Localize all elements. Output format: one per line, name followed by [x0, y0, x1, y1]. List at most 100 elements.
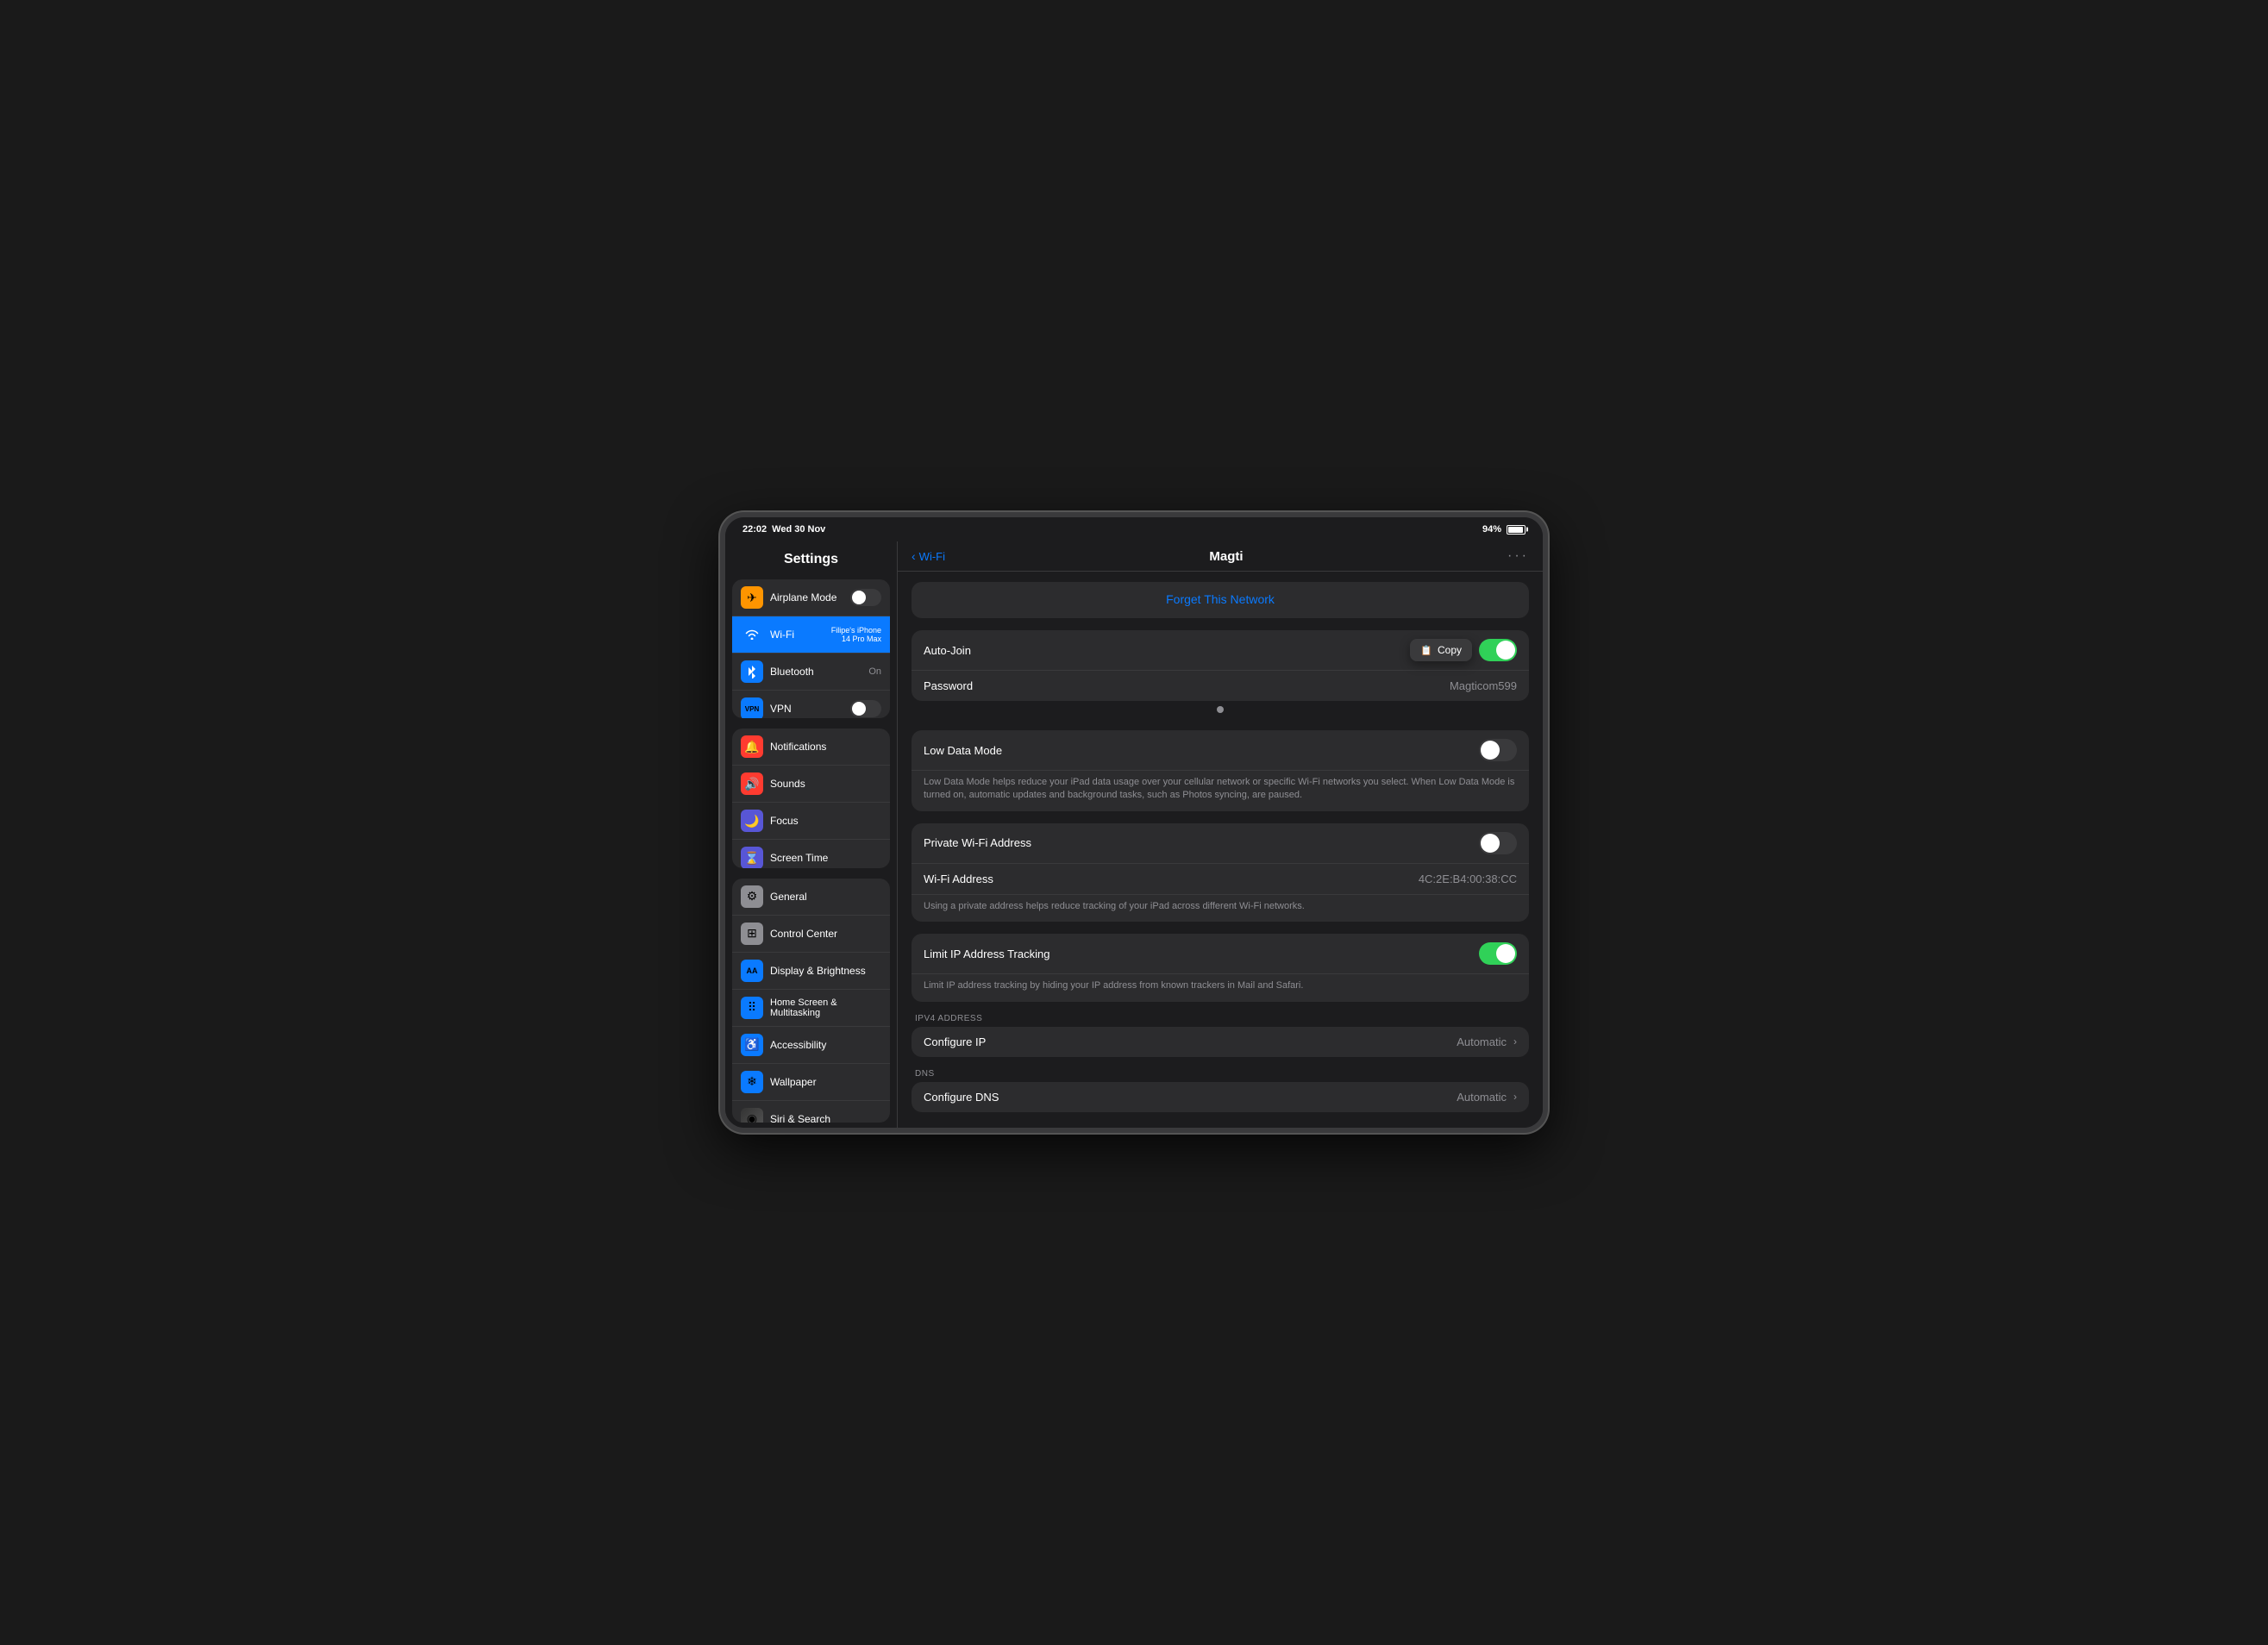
settings-group-connectivity: ✈ Airplane Mode Wi-Fi Filipe's iPhone 1 [732, 579, 890, 718]
date: Wed 30 Nov [772, 524, 825, 535]
main-content: Settings ✈ Airplane Mode [725, 541, 1543, 1128]
ip-tracking-card: Limit IP Address Tracking Limit IP addre… [912, 934, 1529, 1001]
privacy-card: Private Wi-Fi Address Wi-Fi Address 4C:2… [912, 823, 1529, 922]
notifications-icon: 🔔 [741, 735, 763, 758]
detail-title: Magti [1209, 549, 1243, 564]
low-data-row: Low Data Mode [912, 730, 1529, 771]
configure-ip-row[interactable]: Configure IP Automatic › [912, 1027, 1529, 1057]
low-data-card: Low Data Mode Low Data Mode helps reduce… [912, 730, 1529, 811]
copy-label: Copy [1438, 644, 1462, 656]
wallpaper-label: Wallpaper [770, 1076, 881, 1088]
sidebar-item-airplane-mode[interactable]: ✈ Airplane Mode [732, 579, 890, 616]
sidebar-item-screen-time[interactable]: ⌛ Screen Time [732, 840, 890, 867]
notifications-label: Notifications [770, 741, 881, 753]
password-value: Magticom599 [1450, 679, 1517, 692]
password-row[interactable]: Password Magticom599 [912, 671, 1529, 701]
back-label: Wi-Fi [919, 550, 945, 563]
back-button[interactable]: ‹ Wi-Fi [912, 549, 945, 563]
private-wifi-description: Using a private address helps reduce tra… [912, 895, 1529, 922]
auto-join-label: Auto-Join [924, 644, 971, 657]
configure-dns-right: Automatic › [1457, 1091, 1517, 1104]
display-label: Display & Brightness [770, 965, 881, 977]
password-label: Password [924, 679, 973, 692]
vpn-label: VPN [770, 703, 850, 715]
configure-dns-value: Automatic [1457, 1091, 1507, 1104]
copy-popup[interactable]: 📋 Copy [1410, 639, 1472, 661]
sidebar: Settings ✈ Airplane Mode [725, 541, 898, 1128]
sidebar-item-accessibility[interactable]: ♿ Accessibility [732, 1027, 890, 1064]
home-screen-label: Home Screen & Multitasking [770, 998, 881, 1018]
sidebar-item-focus[interactable]: 🌙 Focus [732, 803, 890, 840]
configure-dns-label: Configure DNS [924, 1091, 999, 1104]
status-bar: 22:02 Wed 30 Nov 94% [725, 517, 1543, 541]
sidebar-item-wifi[interactable]: Wi-Fi Filipe's iPhone 14 Pro Max [732, 616, 890, 654]
auto-join-toggle[interactable] [1479, 639, 1517, 661]
more-dots[interactable]: ··· [1507, 548, 1529, 564]
status-left: 22:02 Wed 30 Nov [742, 524, 825, 535]
configure-ip-chevron: › [1513, 1035, 1517, 1048]
auto-join-section: Auto-Join 📋 Copy [912, 630, 1529, 718]
siri-label: Siri & Search [770, 1113, 881, 1123]
limit-ip-toggle[interactable] [1479, 942, 1517, 965]
low-data-toggle[interactable] [1479, 739, 1517, 761]
ipv4-section: IPV4 ADDRESS Configure IP Automatic › [912, 1014, 1529, 1057]
sidebar-item-home-screen[interactable]: ⠿ Home Screen & Multitasking [732, 990, 890, 1027]
limit-ip-row: Limit IP Address Tracking [912, 934, 1529, 974]
detail-topbar: ‹ Wi-Fi Magti ··· [898, 541, 1543, 572]
ipad-frame: 22:02 Wed 30 Nov 94% Settings ✈ Airplane… [720, 512, 1548, 1133]
private-wifi-row: Private Wi-Fi Address [912, 823, 1529, 864]
auto-join-card: Auto-Join 📋 Copy [912, 630, 1529, 701]
sidebar-item-wallpaper[interactable]: ❄ Wallpaper [732, 1064, 890, 1101]
wifi-label: Wi-Fi [770, 629, 821, 641]
auto-join-right: 📋 Copy [1410, 639, 1517, 661]
sidebar-item-general[interactable]: ⚙ General [732, 879, 890, 916]
configure-dns-row[interactable]: Configure DNS Automatic › [912, 1082, 1529, 1112]
sidebar-item-bluetooth[interactable]: Bluetooth On [732, 654, 890, 691]
sidebar-item-sounds[interactable]: 🔊 Sounds [732, 766, 890, 803]
vpn-toggle[interactable] [850, 700, 881, 717]
focus-icon: 🌙 [741, 810, 763, 832]
accessibility-icon: ♿ [741, 1034, 763, 1056]
auto-join-row: Auto-Join 📋 Copy [912, 630, 1529, 671]
low-data-section: Low Data Mode Low Data Mode helps reduce… [912, 730, 1529, 811]
dns-card: Configure DNS Automatic › [912, 1082, 1529, 1112]
status-right: 94% [1482, 524, 1526, 535]
dns-section-label: DNS [912, 1069, 1529, 1082]
wifi-address-label: Wi-Fi Address [924, 873, 993, 885]
airplane-toggle[interactable] [850, 589, 881, 606]
private-wifi-toggle[interactable] [1479, 832, 1517, 854]
airplane-icon: ✈ [741, 586, 763, 609]
battery-percent: 94% [1482, 524, 1501, 535]
battery-icon [1507, 525, 1526, 535]
sounds-label: Sounds [770, 778, 881, 790]
forget-network-label: Forget This Network [1166, 592, 1275, 606]
sidebar-item-display-brightness[interactable]: AA Display & Brightness [732, 953, 890, 990]
scroll-indicator-area [912, 701, 1529, 718]
time: 22:02 [742, 524, 767, 535]
low-data-description: Low Data Mode helps reduce your iPad dat… [912, 771, 1529, 811]
ip-tracking-section: Limit IP Address Tracking Limit IP addre… [912, 934, 1529, 1001]
sidebar-item-control-center[interactable]: ⊞ Control Center [732, 916, 890, 953]
sidebar-item-siri-search[interactable]: ◉ Siri & Search [732, 1101, 890, 1123]
privacy-section: Private Wi-Fi Address Wi-Fi Address 4C:2… [912, 823, 1529, 922]
dns-section: DNS Configure DNS Automatic › [912, 1069, 1529, 1112]
settings-group-preferences: ⚙ General ⊞ Control Center AA Display & … [732, 879, 890, 1123]
sidebar-item-notifications[interactable]: 🔔 Notifications [732, 729, 890, 766]
bottom-scroll-indicator [912, 1124, 1529, 1128]
display-icon: AA [741, 960, 763, 982]
control-center-icon: ⊞ [741, 923, 763, 945]
wallpaper-icon: ❄ [741, 1071, 763, 1093]
siri-icon: ◉ [741, 1108, 763, 1123]
screen-time-icon: ⌛ [741, 847, 763, 867]
forget-network-button[interactable]: Forget This Network [912, 582, 1529, 618]
bluetooth-value: On [868, 666, 881, 677]
limit-ip-description: Limit IP address tracking by hiding your… [912, 974, 1529, 1001]
sidebar-item-vpn[interactable]: VPN VPN [732, 691, 890, 718]
wifi-address-value: 4C:2E:B4:00:38:CC [1419, 873, 1517, 885]
detail-content: Forget This Network Auto-Join 📋 Cop [898, 572, 1543, 1128]
configure-ip-right: Automatic › [1457, 1035, 1517, 1048]
general-label: General [770, 891, 881, 903]
wifi-address-row: Wi-Fi Address 4C:2E:B4:00:38:CC [912, 864, 1529, 895]
configure-dns-chevron: › [1513, 1091, 1517, 1103]
private-wifi-label: Private Wi-Fi Address [924, 836, 1031, 849]
